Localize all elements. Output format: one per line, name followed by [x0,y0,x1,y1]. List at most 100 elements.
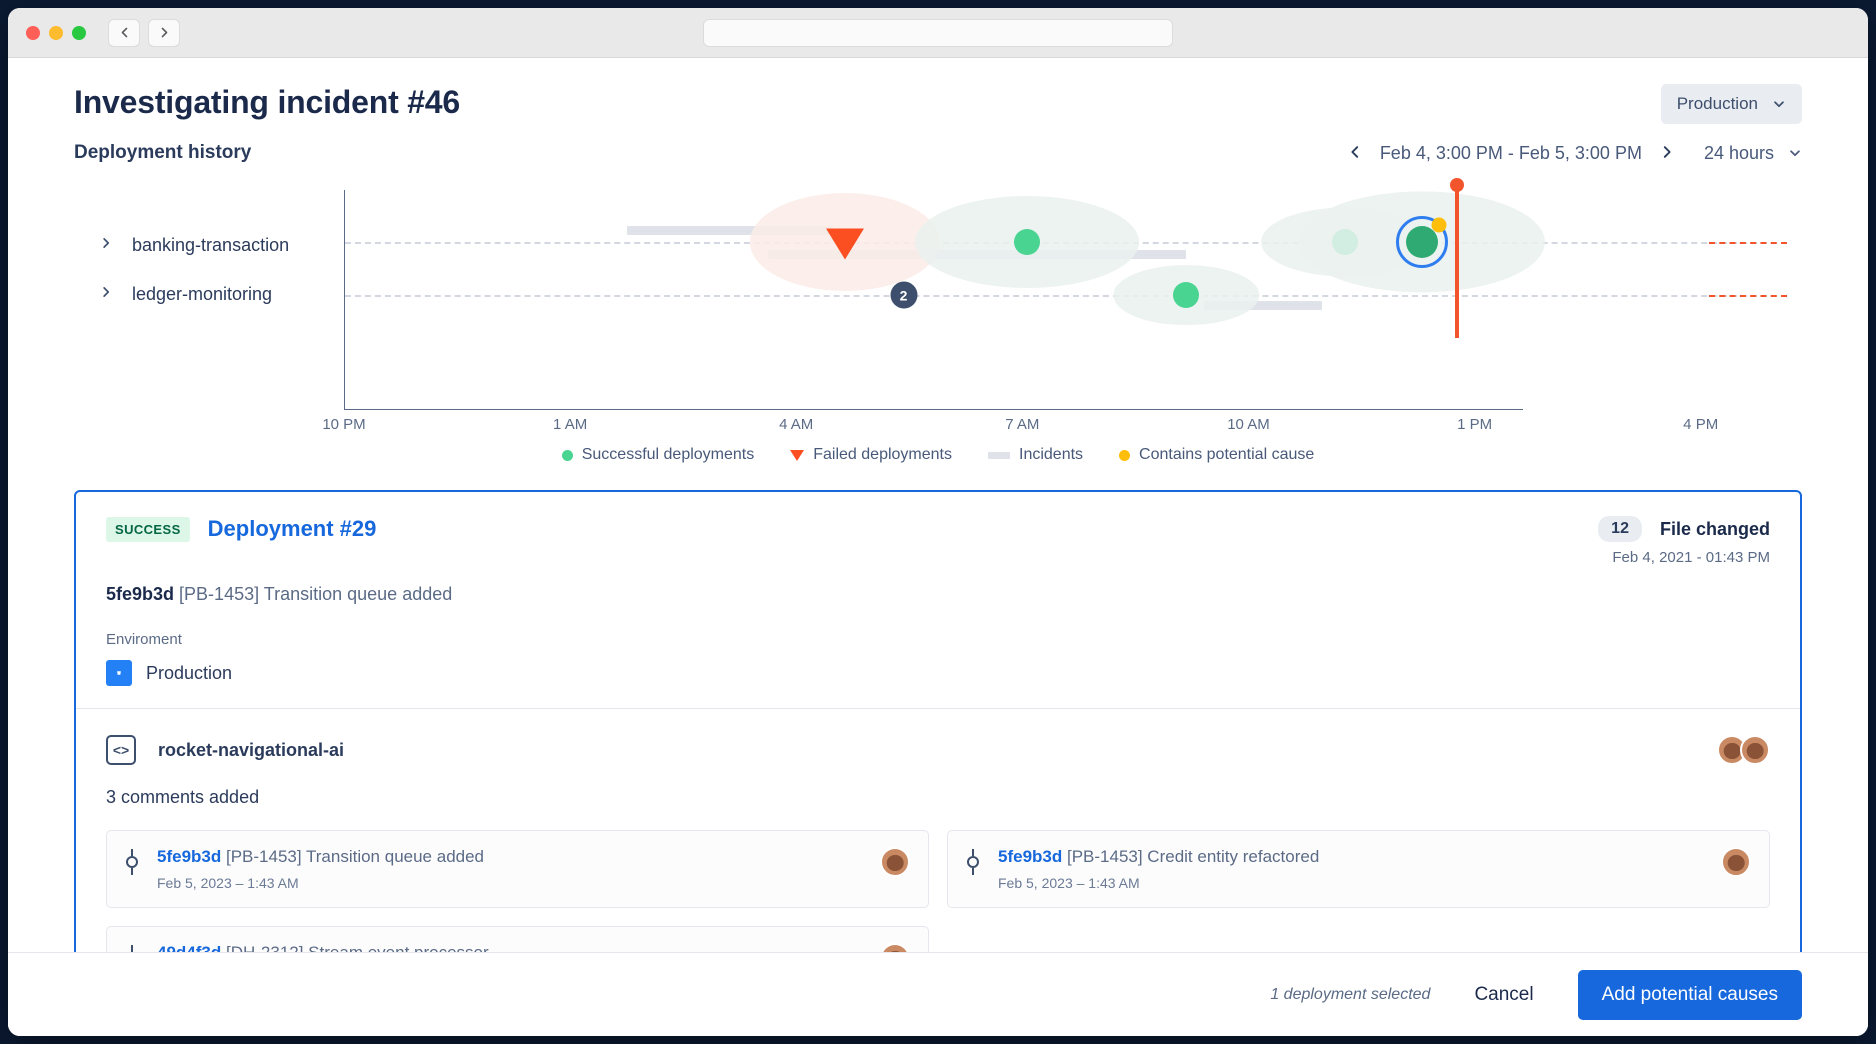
deployment-timestamp: Feb 4, 2021 - 01:43 PM [1598,549,1770,566]
date-range-selector: Feb 4, 3:00 PM - Feb 5, 3:00 PM [1348,143,1674,164]
back-button[interactable] [108,19,140,47]
x-axis-tick-labels: 10 PM1 AM4 AM7 AM10 AM1 PM4 PM7 PM10 PM [344,412,1787,440]
commit-message: [PB-1453] Credit entity refactored [1067,847,1319,866]
legend-label: Incidents [1019,446,1083,464]
timeline-row-label: ledger-monitoring [132,284,272,305]
close-window-button[interactable] [26,26,40,40]
environment-field-label: Enviroment [106,631,1770,648]
chevron-right-icon [100,236,112,255]
page-header: Investigating incident #46 Production [74,84,1802,124]
legend-label: Failed deployments [813,446,952,464]
chevron-down-icon [1788,146,1802,160]
legend-label: Contains potential cause [1139,446,1314,464]
commit-hash[interactable]: 5fe9b3d [998,847,1062,866]
browser-titlebar [8,8,1868,58]
timeline-row-1[interactable]: ledger-monitoring [100,284,272,305]
x-axis-tick: 10 PM [322,416,365,433]
timeline-row-labels: banking-transaction ledger-monitoring [74,190,344,440]
cancel-button[interactable]: Cancel [1458,974,1549,1016]
chart-legend: Successful deployments Failed deployments… [74,446,1802,464]
deployment-card-header: SUCCESS Deployment #29 12 File changed F… [76,492,1800,708]
x-axis-tick: 7 AM [1005,416,1039,433]
forward-button[interactable] [148,19,180,47]
page-title: Investigating incident #46 [74,84,460,121]
commit-date: Feb 5, 2023 – 1:43 AM [157,875,484,891]
address-bar[interactable] [703,19,1173,47]
environment-field-value: Production [106,660,1770,686]
legend-item: Failed deployments [790,446,952,464]
environment-name: Production [146,663,232,684]
timeline-guide-line-incident [1709,242,1787,244]
traffic-lights [26,26,86,40]
commit-card[interactable]: 49d4f3d [DH-2312] Stream event processor [106,926,929,952]
legend-circle-icon [562,450,573,461]
chevron-right-icon [158,26,171,39]
chevron-down-icon [1772,97,1786,111]
environment-select[interactable]: Production [1661,84,1802,124]
minimize-window-button[interactable] [49,26,63,40]
successful-deployment-marker[interactable] [1014,229,1040,255]
date-range-label: Feb 4, 3:00 PM - Feb 5, 3:00 PM [1380,143,1642,164]
commit-date: Feb 5, 2023 – 1:43 AM [998,875,1319,891]
browser-window: Investigating incident #46 Production De… [8,8,1868,1036]
add-potential-causes-button[interactable]: Add potential causes [1578,970,1802,1020]
x-axis-tick: 1 PM [1457,416,1492,433]
incident-time-marker[interactable] [1455,184,1459,338]
deployment-title-link[interactable]: Deployment #29 [208,516,377,542]
commit-icon [125,943,139,952]
successful-deployment-marker[interactable] [1173,282,1199,308]
x-axis-tick: 4 AM [779,416,813,433]
deployment-count-badge[interactable]: 2 [890,282,917,309]
legend-item: Incidents [988,446,1083,464]
repository-row: <> rocket-navigational-ai [106,735,1770,765]
chevron-right-icon [100,285,112,304]
timeline-guide-line-incident [1709,295,1787,297]
interval-select[interactable]: 24 hours [1704,143,1802,164]
deployment-commit-message: [PB-1453] Transition queue added [179,584,452,604]
commit-card[interactable]: 5fe9b3d [PB-1453] Transition queue added… [106,830,929,908]
repository-avatars [1717,735,1770,765]
commit-icon [966,847,980,891]
legend-triangle-icon [790,450,804,461]
files-changed-count: 12 [1598,516,1642,542]
comments-added-note: 3 comments added [106,787,1770,808]
legend-item: Contains potential cause [1119,446,1314,464]
deployment-detail-card[interactable]: SUCCESS Deployment #29 12 File changed F… [74,490,1802,952]
timeline-plot-area: 10 PM1 AM4 AM7 AM10 AM1 PM4 PM7 PM10 PM … [344,190,1522,440]
contains-potential-cause-marker [1431,218,1446,233]
deployment-commit-line: 5fe9b3d [PB-1453] Transition queue added [106,584,1770,605]
desktop-background: Investigating incident #46 Production De… [0,0,1876,1044]
failed-deployment-marker[interactable] [826,229,864,260]
commit-card[interactable]: 5fe9b3d [PB-1453] Credit entity refactor… [947,830,1770,908]
x-axis-tick: 4 PM [1683,416,1718,433]
maximize-window-button[interactable] [72,26,86,40]
files-changed-label: File changed [1660,519,1770,540]
app-page: Investigating incident #46 Production De… [8,58,1868,1036]
next-range-button[interactable] [1660,144,1674,163]
legend-label: Successful deployments [582,446,755,464]
avatar [1721,847,1751,877]
y-axis-line [344,190,345,410]
deployment-card-body: <> rocket-navigational-ai 3 comments add… [76,709,1800,952]
deployment-timeline-chart: banking-transaction ledger-monitoring 10 … [74,190,1802,440]
chevron-left-icon [1348,144,1362,160]
browser-nav-buttons [108,19,180,47]
x-axis-line [344,409,1523,410]
deployment-history-subheader: Deployment history Feb 4, 3:00 PM - Feb … [74,142,1802,164]
status-badge: SUCCESS [106,517,190,542]
deployment-commit-hash: 5fe9b3d [106,584,174,604]
interval-select-value: 24 hours [1704,143,1774,164]
commit-icon [125,847,139,891]
legend-item: Successful deployments [562,446,755,464]
x-axis-tick: 10 AM [1227,416,1270,433]
commit-hash[interactable]: 49d4f3d [157,943,221,952]
environment-select-value: Production [1677,94,1758,114]
repository-name[interactable]: rocket-navigational-ai [158,740,344,761]
x-axis-tick: 1 AM [553,416,587,433]
commit-hash[interactable]: 5fe9b3d [157,847,221,866]
legend-bar-icon [988,452,1010,459]
commit-list: 5fe9b3d [PB-1453] Transition queue added… [106,830,1770,952]
timeline-guide-line [345,295,1787,297]
previous-range-button[interactable] [1348,144,1362,163]
timeline-row-0[interactable]: banking-transaction [100,235,289,256]
